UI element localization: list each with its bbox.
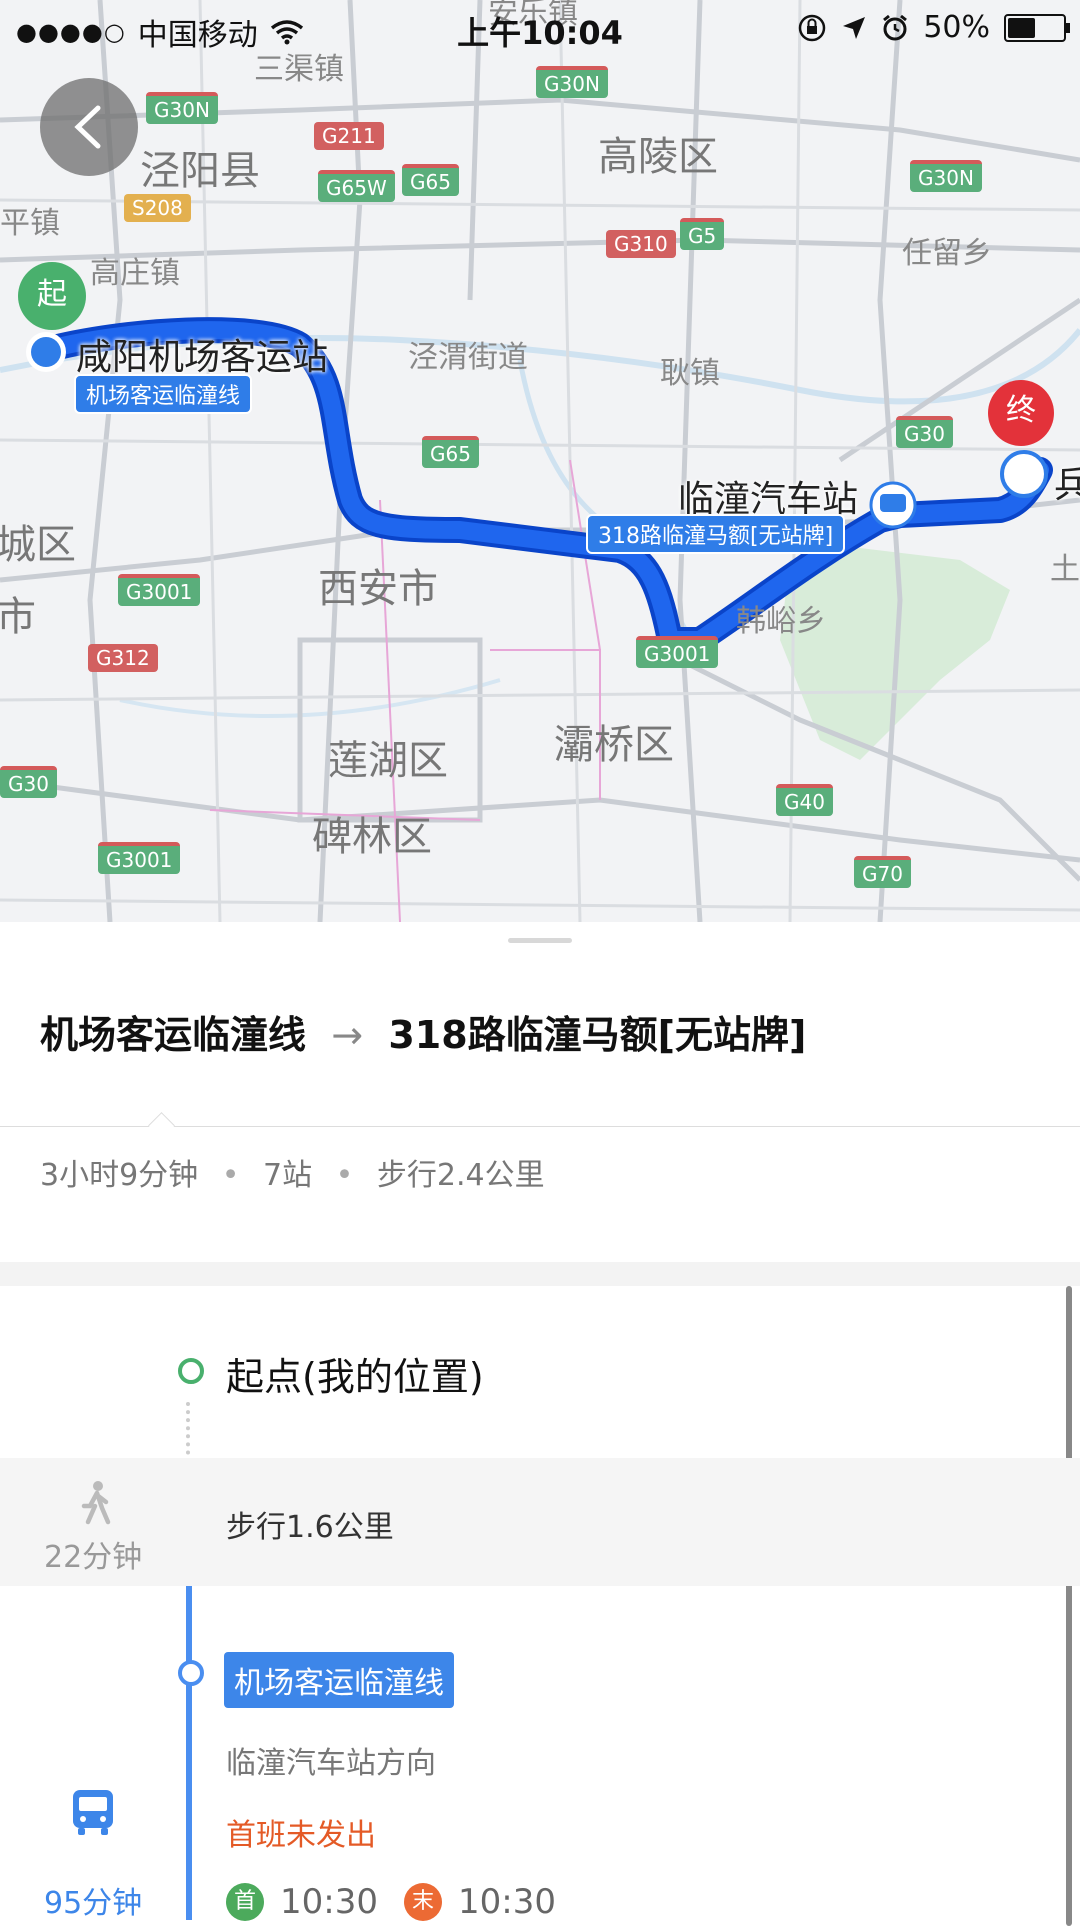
route-walk-total: 步行2.4公里: [376, 1158, 545, 1193]
section-gap: [0, 1262, 1080, 1286]
bus-icon: [73, 1790, 113, 1835]
status-right: 50%: [797, 10, 1070, 45]
route-summary: 3小时9分钟 • 7站 • 步行2.4公里: [40, 1150, 545, 1194]
road-shield: G65: [402, 164, 459, 196]
map-label-gaozhuang: 高庄镇: [90, 256, 180, 291]
map-label-lianhu: 莲湖区: [328, 738, 448, 784]
road-shield: G211: [314, 122, 384, 150]
map-label-xian: 西安市: [318, 566, 438, 612]
road-shield: G70: [854, 856, 911, 888]
map-label-jingyang: 泾阳县: [140, 148, 260, 194]
map-label-jingwei: 泾渭街道: [408, 340, 528, 375]
route-map[interactable]: 三渠镇 安乐镇 泾阳县 高陵区 高庄镇 任留乡 平镇 泾渭街道 耿镇 西安市 韩…: [0, 0, 1080, 922]
end-pin[interactable]: 终: [988, 380, 1054, 446]
walk-icon: [81, 1481, 111, 1525]
map-label-baqiao: 灞桥区: [554, 722, 674, 768]
road-shield: G30N: [536, 66, 608, 98]
drag-handle[interactable]: [508, 938, 572, 943]
route-title-to: 318路临潼马额[无站牌]: [388, 1013, 807, 1057]
map-label-pingzhen: 平镇: [0, 206, 60, 241]
start-point-label[interactable]: 起点(我的位置): [226, 1346, 484, 1401]
separator-dot: •: [221, 1158, 240, 1193]
separator-dot: •: [335, 1158, 354, 1193]
walk-step[interactable]: 22分钟 步行1.6公里: [0, 1458, 1080, 1586]
last-bus-time: 10:30: [457, 1882, 556, 1922]
road-shield: G65: [422, 436, 479, 468]
road-shield: G312: [88, 644, 158, 672]
walk-distance: 步行1.6公里: [226, 1510, 394, 1545]
battery-percent: 50%: [923, 10, 990, 45]
back-button[interactable]: [40, 78, 138, 176]
tab-notch: [148, 1112, 175, 1139]
map-label-tu: 土: [1050, 552, 1080, 587]
road-shield: G310: [606, 230, 676, 258]
bus-schedule: 首 10:30 末 10:30: [226, 1882, 556, 1922]
route-detail-sheet[interactable]: 机场客运临潼线 → 318路临潼马额[无站牌] 3小时9分钟 • 7站 • 步行…: [0, 922, 1080, 1926]
end-station-label[interactable]: 兵: [1054, 456, 1080, 508]
map-label-gaoling: 高陵区: [598, 134, 718, 180]
last-bus-badge: 末: [403, 1883, 442, 1921]
first-bus-time: 10:30: [280, 1882, 378, 1922]
location-arrow-icon: [843, 16, 866, 39]
road-shield: S208: [124, 194, 191, 222]
bus-duration: 95分钟: [44, 1886, 143, 1921]
battery-icon: [1004, 13, 1070, 42]
map-label-gengzhen: 耿镇: [660, 356, 720, 391]
alarm-icon: [883, 14, 908, 40]
bus-board-node: [178, 1660, 204, 1686]
route-title: 机场客运临潼线 → 318路临潼马额[无站牌]: [40, 1004, 806, 1059]
route-duration: 3小时9分钟: [40, 1158, 199, 1193]
road-shield: G5: [680, 218, 725, 250]
map-label-chengqu: 城区: [0, 522, 76, 568]
mid-line-tag[interactable]: 318路临潼马额[无站牌]: [586, 514, 846, 554]
rotation-lock-icon: [799, 14, 826, 41]
bus-timeline-line: [186, 1580, 192, 1920]
start-station-label[interactable]: 咸阳机场客运站: [76, 328, 328, 380]
road-shield: G3001: [636, 636, 719, 668]
road-shield: G30N: [910, 160, 982, 192]
road-shield: G40: [776, 784, 833, 816]
route-stops: 7站: [262, 1158, 313, 1193]
road-shield: G3001: [118, 574, 201, 606]
map-label-renliu: 任留乡: [902, 236, 992, 271]
walk-duration: 22分钟: [44, 1540, 143, 1575]
bus-line-tag[interactable]: 机场客运临潼线: [224, 1652, 454, 1708]
status-bar: ●●●●○ 中国移动 上午10:04 50%: [0, 0, 1080, 54]
road-shield: G3001: [98, 842, 181, 874]
map-label-shi: 市: [0, 594, 36, 640]
first-bus-status: 首班未发出: [226, 1818, 376, 1853]
scrollbar[interactable]: [1066, 1286, 1072, 1926]
route-arrow: →: [331, 1013, 364, 1057]
start-line-tag[interactable]: 机场客运临潼线: [74, 374, 253, 414]
start-pin[interactable]: 起: [18, 262, 86, 330]
first-bus-badge: 首: [226, 1883, 264, 1921]
route-title-from: 机场客运临潼线: [40, 1013, 307, 1057]
bus-direction: 临潼汽车站方向: [226, 1746, 436, 1781]
map-label-beilin: 碑林区: [312, 814, 432, 860]
road-shield: G30: [0, 766, 57, 798]
road-shield: G30: [896, 416, 953, 448]
road-shield: G30N: [146, 92, 218, 124]
road-shield: G65W: [318, 170, 395, 202]
start-node: [178, 1358, 204, 1384]
map-label-hanyu: 韩峪乡: [736, 604, 826, 639]
chevron-left-icon: [74, 105, 101, 149]
